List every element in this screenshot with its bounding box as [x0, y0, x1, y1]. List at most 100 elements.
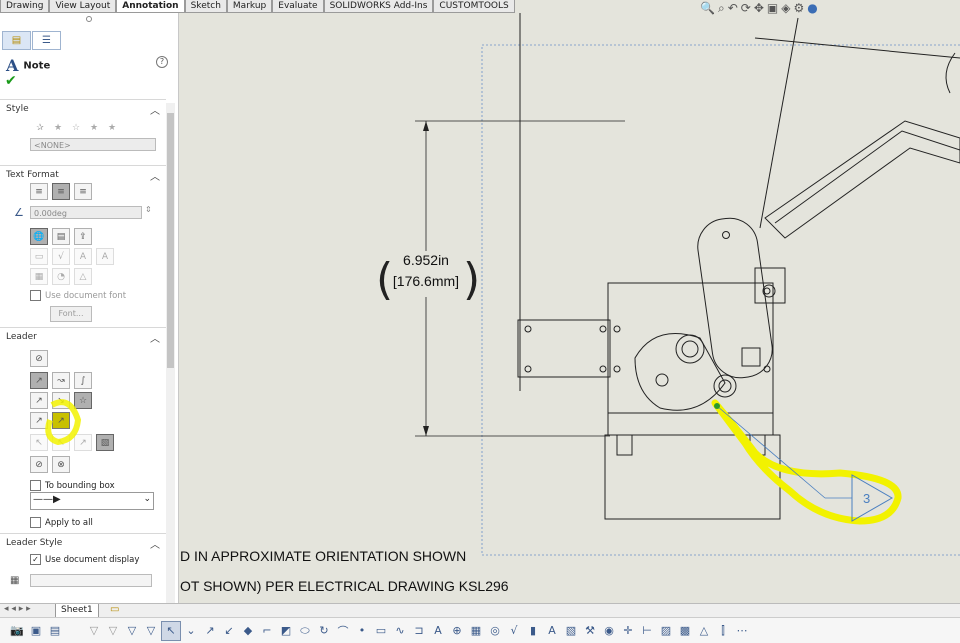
- balloon-number[interactable]: 3: [863, 491, 870, 506]
- arc-icon[interactable]: ⌒: [334, 622, 352, 640]
- tab-evaluate[interactable]: Evaluate: [272, 0, 324, 13]
- checkbox-box[interactable]: [30, 290, 41, 301]
- offset-icon[interactable]: ⊐: [410, 622, 428, 640]
- leader-right-icon[interactable]: ↘: [52, 392, 70, 409]
- help-icon[interactable]: ?: [156, 56, 168, 68]
- apply-to-all-checkbox[interactable]: Apply to all: [30, 517, 93, 528]
- text-icon[interactable]: A: [429, 622, 447, 640]
- arrow-style-dropdown[interactable]: ——▶ ⌄: [30, 492, 154, 510]
- link-to-property-icon[interactable]: ▤: [52, 228, 70, 245]
- align-left-icon[interactable]: ≡: [30, 183, 48, 200]
- align-center-icon[interactable]: ≡: [52, 183, 70, 200]
- panel-scrollbar[interactable]: [166, 103, 175, 603]
- ok-checkmark-icon[interactable]: ✔: [5, 73, 17, 89]
- datum-feature-icon[interactable]: A: [96, 248, 114, 265]
- tolerance-icon[interactable]: √: [505, 622, 523, 640]
- revision-icon[interactable]: △: [695, 622, 713, 640]
- leader-nearest-icon[interactable]: ☆: [74, 392, 92, 409]
- leader-spline-icon[interactable]: ∫: [74, 372, 92, 389]
- tab-customtools[interactable]: CUSTOMTOOLS: [433, 0, 515, 13]
- datum-icon[interactable]: ▮: [524, 622, 542, 640]
- style-dropdown[interactable]: <NONE>: [30, 138, 156, 151]
- hatch-icon[interactable]: ▨: [657, 622, 675, 640]
- align-right-icon[interactable]: ≡: [74, 183, 92, 200]
- filter-4-icon[interactable]: ▽: [142, 622, 160, 640]
- table-icon[interactable]: ▦: [467, 622, 485, 640]
- sheet-tab[interactable]: Sheet1: [55, 604, 99, 618]
- line-style-dropdown[interactable]: [30, 574, 152, 587]
- leader-anchor-point[interactable]: [714, 403, 720, 409]
- spin-arrows-icon[interactable]: ⇕: [145, 205, 152, 214]
- dimension-mm[interactable]: [176.6mm]: [393, 273, 459, 289]
- note-line-2[interactable]: OT SHOWN) PER ELECTRICAL DRAWING KSL296: [180, 578, 509, 594]
- tab-view-layout[interactable]: View Layout: [49, 0, 117, 13]
- arrow-style-1-icon[interactable]: ↖: [30, 434, 48, 451]
- centerline-icon[interactable]: ⊢: [638, 622, 656, 640]
- load-style-icon[interactable]: ★: [104, 120, 120, 135]
- update-style-icon[interactable]: ☆: [68, 120, 84, 135]
- scrollbar-thumb[interactable]: [167, 113, 174, 368]
- save-style-icon[interactable]: ★: [86, 120, 102, 135]
- add-symbol-icon[interactable]: ⇪: [74, 228, 92, 245]
- no-leader-icon[interactable]: ↗: [30, 412, 48, 429]
- leader-straight-icon[interactable]: ↗: [30, 372, 48, 389]
- checkbox-box[interactable]: [30, 517, 41, 528]
- surface-finish-icon[interactable]: A: [74, 248, 92, 265]
- dimension-inch[interactable]: 6.952in: [403, 252, 449, 268]
- filter-icon[interactable]: ▽: [85, 622, 103, 640]
- arrow-style-2-icon[interactable]: ↖: [52, 434, 70, 451]
- rotate-icon[interactable]: ↻: [315, 622, 333, 640]
- auto-leader-icon[interactable]: ↗: [52, 412, 70, 429]
- leader-underline-icon[interactable]: ⊘: [30, 456, 48, 473]
- tab-drawing[interactable]: Drawing: [0, 0, 50, 13]
- leader-left-icon[interactable]: ↗: [30, 392, 48, 409]
- font-button[interactable]: Font...: [50, 306, 92, 322]
- arrow-style-4-icon[interactable]: ▧: [96, 434, 114, 451]
- leader-bent-icon[interactable]: ↝: [52, 372, 70, 389]
- circle-icon[interactable]: ⊕: [448, 622, 466, 640]
- revision-symbol-icon[interactable]: △: [74, 268, 92, 285]
- leader-bracket-icon[interactable]: ⊗: [52, 456, 70, 473]
- balloon-icon[interactable]: ◎: [486, 622, 504, 640]
- note-line-1[interactable]: D IN APPROXIMATE ORIENTATION SHOWN: [180, 548, 466, 564]
- smart-dimension-icon[interactable]: ↗: [201, 622, 219, 640]
- checkbox-box[interactable]: ✓: [30, 554, 41, 565]
- apply-style-icon[interactable]: ✰: [32, 120, 48, 135]
- block-icon[interactable]: ▩: [676, 622, 694, 640]
- to-bounding-box-checkbox[interactable]: To bounding box: [30, 480, 115, 491]
- ellipse-icon[interactable]: ⬭: [296, 622, 314, 640]
- shape-icon[interactable]: ◆: [239, 622, 257, 640]
- point-icon[interactable]: •: [353, 622, 371, 640]
- drawing-canvas[interactable]: ( ) 6.952in [176.6mm] 3 D IN APPROXIMATE…: [180, 13, 960, 603]
- corner-icon[interactable]: ⌐: [258, 622, 276, 640]
- rect-icon[interactable]: ▭: [372, 622, 390, 640]
- tab-annotation[interactable]: Annotation: [116, 0, 185, 13]
- feature-manager-tab[interactable]: ▤: [2, 31, 31, 50]
- add-style-icon[interactable]: ★: [50, 120, 66, 135]
- use-document-font-checkbox[interactable]: Use document font: [30, 290, 126, 301]
- select-dropdown-icon[interactable]: ⌄: [182, 622, 200, 640]
- hole-icon[interactable]: ◉: [600, 622, 618, 640]
- panel-grip-icon[interactable]: [86, 16, 92, 22]
- view-icon[interactable]: ▤: [46, 622, 64, 640]
- tab-solidworks-addins[interactable]: SOLIDWORKS Add-Ins: [323, 0, 434, 13]
- tab-markup[interactable]: Markup: [226, 0, 273, 13]
- arrow-style-3-icon[interactable]: ↗: [74, 434, 92, 451]
- property-manager-tab[interactable]: ☰: [32, 31, 61, 50]
- collapse-chevron-icon[interactable]: ︿: [150, 168, 160, 183]
- filter-2-icon[interactable]: ▽: [104, 622, 122, 640]
- tab-sketch[interactable]: Sketch: [184, 0, 227, 13]
- insert-hyperlink-icon[interactable]: 🌐: [30, 228, 48, 245]
- hole-callout-icon[interactable]: ◔: [52, 268, 70, 285]
- filter-3-icon[interactable]: ▽: [123, 622, 141, 640]
- angle-field[interactable]: 0.00deg: [30, 206, 142, 219]
- more-icon[interactable]: ⋯: [733, 622, 751, 640]
- lock-icon[interactable]: ▭: [30, 248, 48, 265]
- add-sheet-icon[interactable]: ▭: [110, 604, 119, 615]
- note-icon[interactable]: A: [543, 622, 561, 640]
- use-document-display-checkbox[interactable]: ✓ Use document display: [30, 554, 139, 565]
- select-icon[interactable]: ↖: [161, 620, 181, 641]
- stack-icon[interactable]: ▦: [30, 268, 48, 285]
- leader-attach-icon[interactable]: ⊘: [30, 350, 48, 367]
- snapshot-icon[interactable]: ▣: [27, 622, 45, 640]
